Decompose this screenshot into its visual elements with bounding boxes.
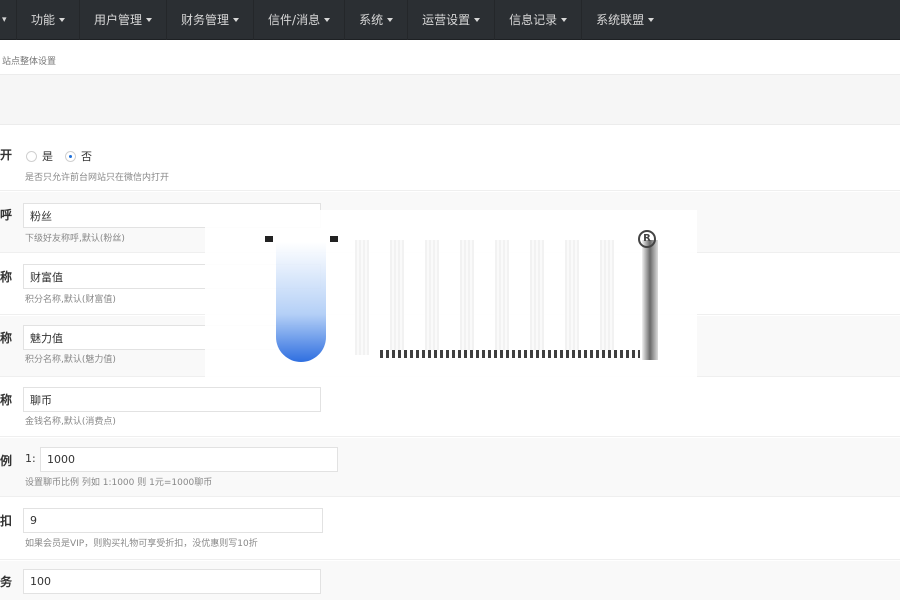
row-label: 开 [0,148,13,162]
coin-name-input[interactable] [23,387,321,412]
nav-item-alliance[interactable]: 系统联盟 [581,0,668,40]
chevron-down-icon [146,17,153,22]
field-hint: 积分名称,默认(财富值) [25,295,116,305]
nav-item-label: 用户管理 [94,13,143,27]
nav-item-operations[interactable]: 运营设置 [407,0,494,40]
subheader-bar [0,75,900,125]
nav-item-records[interactable]: 信息记录 [494,0,581,40]
ratio-prefix: 1: [25,452,36,465]
field-hint: 下级好友称呼,默认(粉丝) [25,234,125,244]
radio-no[interactable]: 否 [65,148,92,164]
last-input[interactable] [23,569,321,594]
form-row-last: 务 [0,561,900,600]
form-row-wealth: 称 积分名称,默认(财富值) [0,254,900,315]
chevron-down-icon[interactable]: ▾ [0,15,16,25]
nav-item-users[interactable]: 用户管理 [79,0,166,40]
discount-input[interactable] [23,508,323,533]
radio-label: 是 [42,150,53,163]
nav-item-finance[interactable]: 财务管理 [166,0,253,40]
row-label: 称 [0,270,13,284]
breadcrumb: 站点整体设置 [0,41,900,75]
nav-item-messages[interactable]: 信件/消息 [253,0,344,40]
row-label: 务 [0,575,13,589]
form-row-open: 开 是 否 是否只允许前台网站只在微信内打开 [0,126,900,191]
chevron-down-icon [648,17,655,22]
row-label: 称 [0,393,13,407]
nav-item-label: 信件/消息 [268,13,321,27]
radio-yes[interactable]: 是 [26,148,53,164]
breadcrumb-text: 站点整体设置 [2,57,57,67]
nav-item-system[interactable]: 系统 [344,0,407,40]
row-label: 例 [0,454,13,468]
chevron-down-icon [233,17,240,22]
nav-item-label: 运营设置 [422,13,471,27]
nav-item-label: 财务管理 [181,13,230,27]
chevron-down-icon [474,17,481,22]
chevron-down-icon [59,17,66,22]
radio-group-open: 是 否 [26,148,104,164]
field-hint: 是否只允许前台网站只在微信内打开 [25,173,170,183]
field-hint: 积分名称,默认(魅力值) [25,355,116,365]
form-row-ratio: 例 1: 设置聊币比例 列如 1:1000 则 1元=1000聊币 [0,438,900,497]
nav-item-label: 功能 [31,13,56,27]
nav-item-label: 信息记录 [509,13,558,27]
row-label: 称 [0,331,13,345]
wealth-name-input[interactable] [23,264,321,289]
radio-button[interactable] [26,150,37,162]
nav-item-features[interactable]: 功能 [16,0,79,40]
row-label: 呼 [0,208,13,222]
field-hint: 金钱名称,默认(消费点) [25,417,116,427]
ratio-input[interactable] [40,447,338,472]
field-hint: 如果会员是VIP，则购买礼物可享受折扣，没优惠则写10折 [25,539,258,549]
chevron-down-icon [561,17,568,22]
chevron-down-icon [324,17,331,22]
field-hint: 设置聊币比例 列如 1:1000 则 1元=1000聊币 [25,478,213,488]
form-row-coin: 称 金钱名称,默认(消费点) [0,378,900,437]
charm-name-input[interactable] [23,325,321,350]
radio-button-checked[interactable] [65,150,76,162]
form-row-fans: 呼 下级好友称呼,默认(粉丝) [0,192,900,253]
form-row-charm: 称 积分名称,默认(魅力值) [0,316,900,377]
row-label: 扣 [0,514,13,528]
radio-label: 否 [81,150,92,163]
nav-item-label: 系统 [359,13,384,27]
fans-name-input[interactable] [23,203,321,228]
chevron-down-icon [387,17,394,22]
nav-item-label: 系统联盟 [596,13,645,27]
form-row-discount: 扣 如果会员是VIP，则购买礼物可享受折扣，没优惠则写10折 [0,498,900,560]
top-nav: ▾ 功能 用户管理 财务管理 信件/消息 系统 运营设置 信息记录 系统联盟 [0,0,900,40]
